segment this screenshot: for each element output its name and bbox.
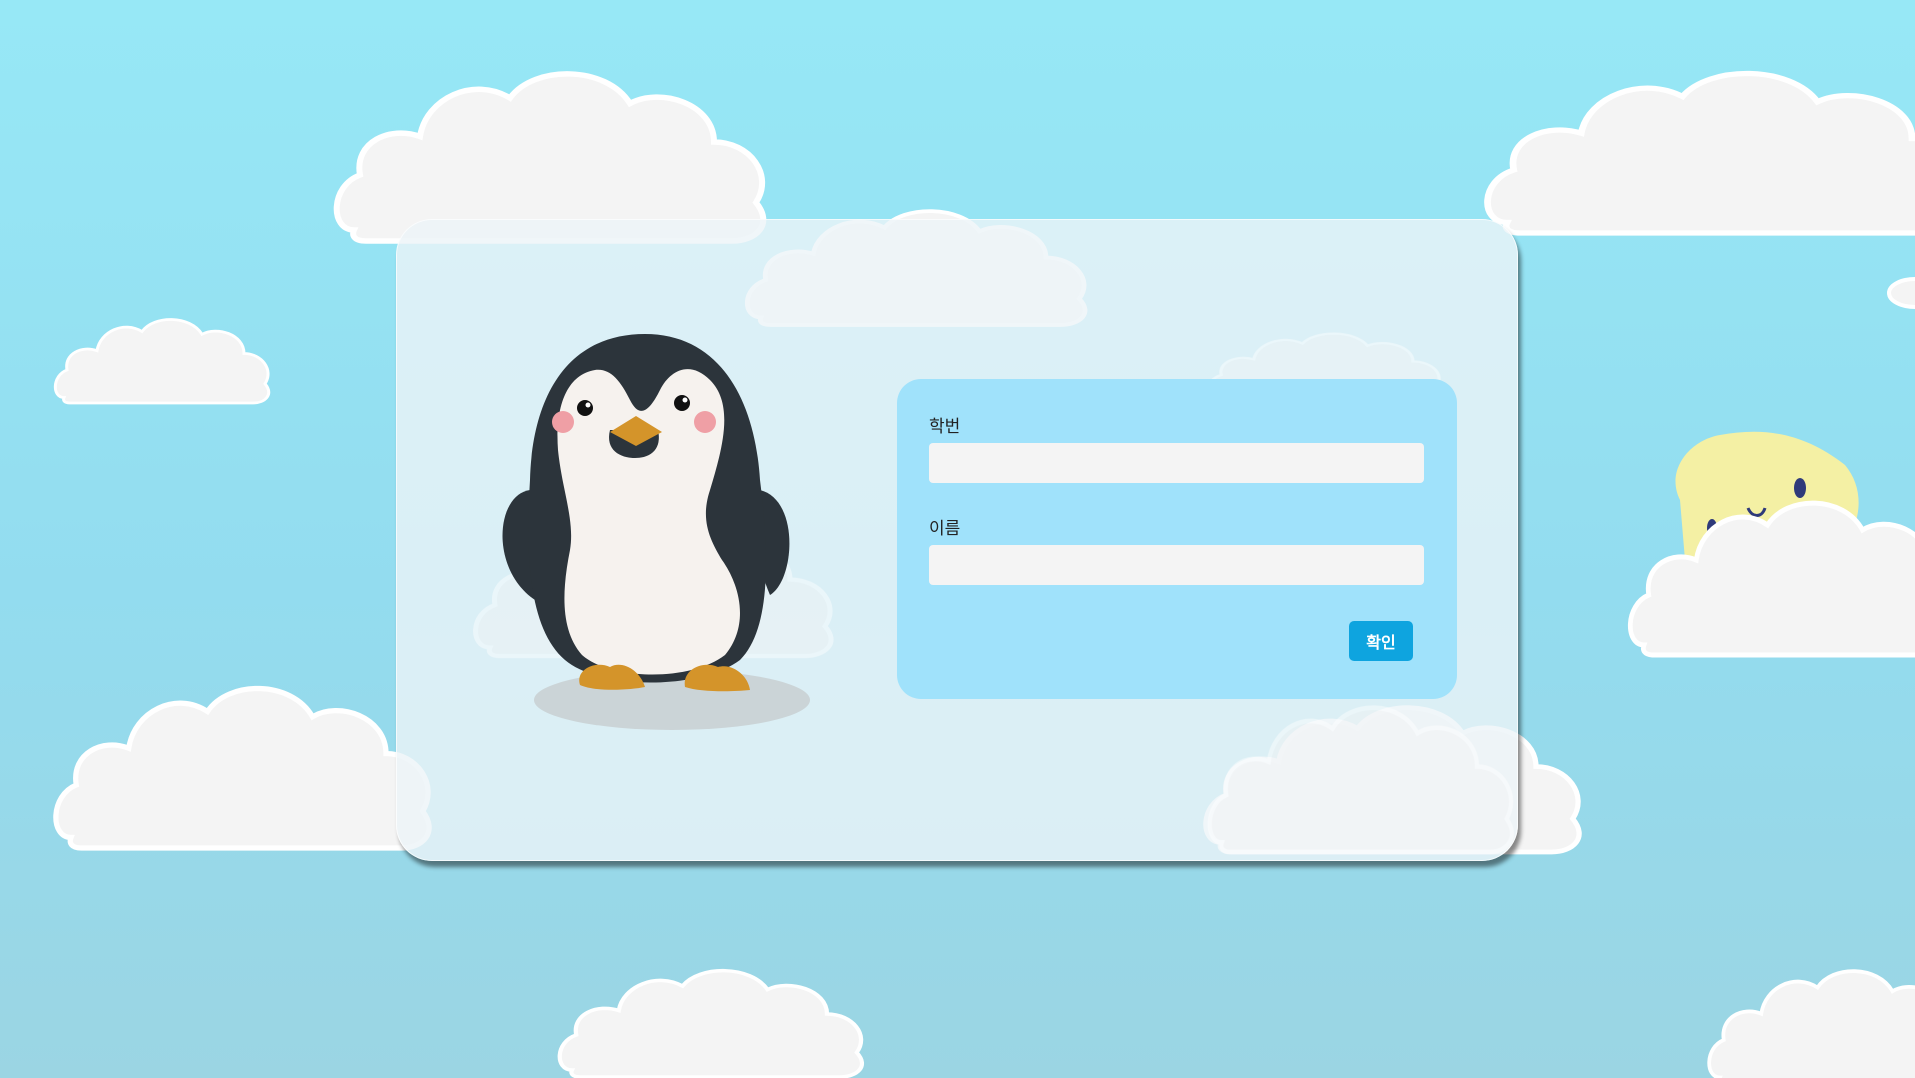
cloud — [560, 971, 862, 1077]
cloud — [1488, 73, 1915, 233]
cloud — [56, 688, 429, 848]
student-id-input[interactable] — [929, 443, 1424, 483]
penguin-illustration — [470, 330, 820, 740]
student-id-label: 학번 — [929, 417, 961, 437]
name-label: 이름 — [929, 519, 961, 539]
confirm-button[interactable]: 확인 — [1349, 621, 1413, 661]
cloud — [53, 317, 271, 405]
cloud — [1707, 969, 1915, 1078]
name-input[interactable] — [929, 545, 1424, 585]
cloud — [1630, 503, 1915, 655]
cloud — [337, 74, 764, 241]
cloud — [1887, 277, 1915, 309]
login-form-panel: 학번 이름 확인 — [897, 379, 1457, 699]
